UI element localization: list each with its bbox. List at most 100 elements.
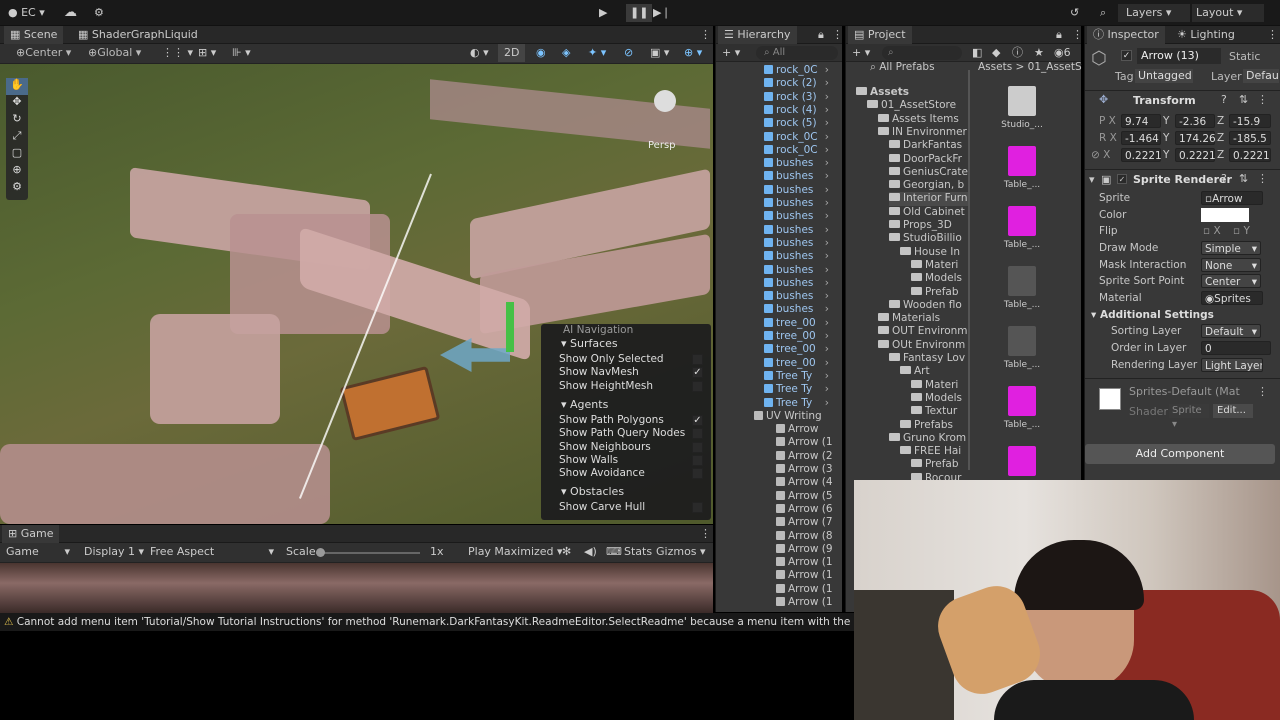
- tab-shadergraph[interactable]: ▦ ShaderGraphLiquid: [72, 26, 204, 44]
- folder-item[interactable]: Fantasy Lov: [889, 352, 968, 365]
- history-icon[interactable]: ↺: [1070, 4, 1079, 22]
- sprite-field[interactable]: ▫Arrow: [1201, 191, 1263, 205]
- camera-icon[interactable]: ▣ ▾: [644, 44, 675, 62]
- folder-item[interactable]: Materi: [911, 259, 968, 272]
- expand-arrow-icon[interactable]: ›: [825, 303, 829, 316]
- hierarchy-item[interactable]: › rock_0C: [716, 144, 843, 157]
- audio-icon[interactable]: ◈: [556, 44, 576, 62]
- folder-item[interactable]: Assets Items: [878, 113, 968, 126]
- folder-item[interactable]: DarkFantas: [889, 139, 968, 152]
- hierarchy-item[interactable]: › bushes: [716, 237, 843, 250]
- tab-hierarchy[interactable]: ☰ Hierarchy: [718, 26, 797, 44]
- play-mode-dropdown[interactable]: Play Maximized ▾: [462, 543, 569, 561]
- scale-x[interactable]: 0.2221: [1121, 148, 1162, 162]
- hierarchy-item[interactable]: › rock_0C: [716, 64, 843, 77]
- move-gizmo-y[interactable]: [506, 302, 514, 352]
- checkbox-show-walls[interactable]: [692, 455, 703, 466]
- folder-item[interactable]: Gruno Krom: [889, 432, 968, 445]
- project-search[interactable]: ⌕: [882, 46, 962, 60]
- hierarchy-item[interactable]: › bushes: [716, 184, 843, 197]
- asset-item[interactable]: Table_...: [992, 266, 1052, 322]
- display-dropdown[interactable]: Display 1 ▾: [78, 543, 150, 561]
- checkbox-show-avoidance[interactable]: [692, 468, 703, 479]
- order-in-layer-field[interactable]: 0: [1201, 341, 1271, 355]
- expand-arrow-icon[interactable]: ›: [825, 264, 829, 277]
- checkbox-show-path-query-nodes[interactable]: [692, 428, 703, 439]
- tab-inspector[interactable]: ⓘ Inspector: [1087, 26, 1165, 44]
- favorites-all-prefabs[interactable]: ⌕ All Prefabs: [870, 61, 935, 74]
- checkbox-show-heightmesh[interactable]: [692, 381, 703, 392]
- pivot-dropdown[interactable]: ⊕Center ▾: [10, 44, 77, 62]
- hierarchy-item[interactable]: › Tree Ty: [716, 397, 843, 410]
- folder-item[interactable]: Props_3D: [889, 219, 968, 232]
- checkbox-show-path-polygons[interactable]: ✓: [692, 415, 703, 426]
- asset-item[interactable]: Table_...: [992, 326, 1052, 382]
- help-icon[interactable]: ?: [1221, 172, 1227, 185]
- hierarchy-item[interactable]: Arrow (7: [716, 516, 843, 529]
- breadcrumb[interactable]: Assets > 01_AssetSto: [978, 61, 1082, 74]
- hierarchy-item[interactable]: › rock (5): [716, 117, 843, 130]
- surfaces-header[interactable]: ▾ Surfaces: [561, 337, 618, 350]
- hierarchy-item[interactable]: UV Writing: [716, 410, 843, 423]
- hidden-objects-icon[interactable]: ⊘: [618, 44, 639, 62]
- hierarchy-item[interactable]: › tree_00: [716, 330, 843, 343]
- hierarchy-item[interactable]: › rock_0C: [716, 131, 843, 144]
- folder-item[interactable]: Prefabs: [900, 419, 968, 432]
- rotation-y[interactable]: 174.26: [1175, 131, 1216, 145]
- folder-item[interactable]: GeniusCrate: [889, 166, 968, 179]
- move-tool-icon[interactable]: ✥: [6, 95, 28, 112]
- component-menu-icon[interactable]: ⋮: [1257, 93, 1268, 106]
- hierarchy-item[interactable]: › tree_00: [716, 357, 843, 370]
- pause-button[interactable]: ❚❚: [626, 4, 653, 22]
- folder-item[interactable]: Wooden flo: [889, 299, 968, 312]
- hierarchy-item[interactable]: Arrow (1: [716, 556, 843, 569]
- expand-arrow-icon[interactable]: ›: [825, 131, 829, 144]
- hierarchy-item[interactable]: › bushes: [716, 197, 843, 210]
- folder-item[interactable]: House In: [900, 246, 968, 259]
- expand-arrow-icon[interactable]: ›: [825, 383, 829, 396]
- folder-item[interactable]: Textur: [911, 405, 968, 418]
- folder-item[interactable]: IN Environmer: [878, 126, 968, 139]
- orientation-gizmo[interactable]: Persp: [642, 78, 692, 151]
- project-scrollbar[interactable]: [968, 70, 970, 470]
- scale-slider[interactable]: [316, 548, 420, 557]
- hierarchy-item[interactable]: Arrow (3: [716, 463, 843, 476]
- hierarchy-item[interactable]: › bushes: [716, 264, 843, 277]
- hierarchy-item[interactable]: › Tree Ty: [716, 383, 843, 396]
- expand-arrow-icon[interactable]: ›: [825, 91, 829, 104]
- draw-mode-icon[interactable]: ◐ ▾: [464, 44, 495, 62]
- option-show-path-query-nodes[interactable]: Show Path Query Nodes: [559, 427, 685, 440]
- hierarchy-item[interactable]: Arrow (5: [716, 490, 843, 503]
- hierarchy-item[interactable]: Arrow (6: [716, 503, 843, 516]
- gizmos-dropdown[interactable]: Gizmos ▾: [650, 543, 712, 561]
- position-z[interactable]: -15.9: [1229, 114, 1271, 128]
- expand-arrow-icon[interactable]: ›: [825, 104, 829, 117]
- folder-item[interactable]: FREE Hai: [900, 445, 968, 458]
- persp-label[interactable]: Persp: [648, 140, 676, 151]
- expand-arrow-icon[interactable]: ›: [825, 317, 829, 330]
- console-status-bar[interactable]: ⚠ Cannot add menu item 'Tutorial/Show Tu…: [0, 613, 854, 631]
- asset-item[interactable]: Table_...: [992, 386, 1052, 442]
- hierarchy-item[interactable]: › bushes: [716, 170, 843, 183]
- folder-item[interactable]: Materi: [911, 379, 968, 392]
- game-menu-icon[interactable]: ⋮: [694, 525, 717, 543]
- active-checkbox[interactable]: ✓: [1121, 50, 1132, 61]
- info-icon[interactable]: ⓘ: [1006, 44, 1029, 62]
- expand-arrow-icon[interactable]: ›: [825, 357, 829, 370]
- agents-header[interactable]: ▾ Agents: [561, 398, 608, 411]
- transform-tool-icon[interactable]: ⊕: [6, 163, 28, 180]
- hierarchy-item[interactable]: Arrow (8: [716, 530, 843, 543]
- game-mode-dropdown[interactable]: Game ▾: [0, 543, 76, 561]
- scale-tool-icon[interactable]: ⤢: [6, 129, 28, 146]
- folder-item[interactable]: Assets: [856, 86, 968, 99]
- bug-icon[interactable]: ✻: [556, 543, 577, 561]
- custom-tool-icon[interactable]: ⚙: [6, 180, 28, 197]
- hierarchy-item[interactable]: › Tree Ty: [716, 370, 843, 383]
- cloud-icon[interactable]: ☁: [64, 4, 77, 22]
- hidden-packages-icon[interactable]: ◉6: [1048, 44, 1077, 62]
- hand-tool-icon[interactable]: ✋: [6, 78, 28, 95]
- folder-item[interactable]: 01_AssetStore: [867, 99, 968, 112]
- hierarchy-item[interactable]: › bushes: [716, 224, 843, 237]
- hierarchy-item[interactable]: Arrow (1: [716, 569, 843, 582]
- hierarchy-item[interactable]: › bushes: [716, 157, 843, 170]
